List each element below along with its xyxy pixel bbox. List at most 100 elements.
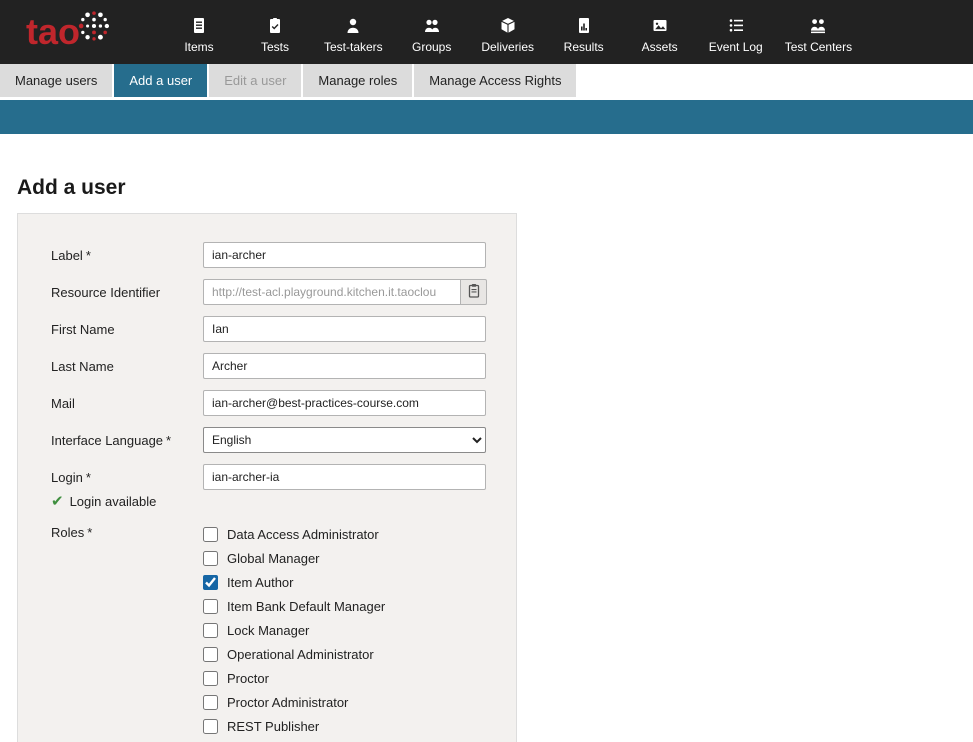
tab-manage-roles[interactable]: Manage roles xyxy=(303,64,415,97)
clipboard-icon xyxy=(467,283,481,301)
nav-item-tests[interactable]: Tests xyxy=(240,11,310,54)
nav-item-test-takers[interactable]: Test-takers xyxy=(316,11,391,54)
tab-edit-a-user: Edit a user xyxy=(209,64,304,97)
role-checkbox-item-author[interactable] xyxy=(203,574,218,590)
main-content: Add a user Label* Resource Identifier Fi… xyxy=(0,176,973,742)
nav-item-label: Results xyxy=(563,39,604,54)
role-label: Item Author xyxy=(227,574,294,590)
required-mark: * xyxy=(87,525,93,540)
assets-icon xyxy=(652,17,668,35)
nav-item-test-centers[interactable]: Test Centers xyxy=(777,11,860,54)
items-icon xyxy=(191,17,207,35)
tab-label: Manage roles xyxy=(318,73,398,88)
role-label: Proctor Administrator xyxy=(227,694,349,710)
nav-item-event-log[interactable]: Event Log xyxy=(701,11,771,54)
role-row-operational-administrator: Operational Administrator xyxy=(203,642,385,666)
tab-manage-access-rights[interactable]: Manage Access Rights xyxy=(414,64,579,97)
tao-logo-text: tao xyxy=(26,11,80,52)
first-name-input[interactable] xyxy=(203,316,486,342)
role-checkbox-rest-publisher[interactable] xyxy=(203,718,218,734)
green-check-icon: ✔ xyxy=(51,493,64,510)
copy-resource-identifier-button[interactable] xyxy=(461,279,487,305)
roles-field-label: Roles * xyxy=(51,525,93,540)
role-row-item-author: Item Author xyxy=(203,570,385,594)
tao-logo[interactable]: tao xyxy=(26,4,138,60)
form-row-interface-language: Interface Language * English xyxy=(51,427,486,453)
form-row-mail: Mail xyxy=(51,390,486,416)
tests-icon xyxy=(267,17,283,35)
nav-item-label: Tests xyxy=(260,39,289,54)
role-row-proctor-administrator: Proctor Administrator xyxy=(203,690,385,714)
role-label: Operational Administrator xyxy=(227,646,374,662)
nav-item-label: Assets xyxy=(641,39,678,54)
test-takers-icon xyxy=(345,17,361,35)
tao-logo-dots-icon xyxy=(76,8,112,49)
role-label: Item Bank Default Manager xyxy=(227,598,386,614)
groups-icon xyxy=(424,17,440,35)
nav-item-label: Groups xyxy=(412,39,452,54)
mail-input[interactable] xyxy=(203,390,486,416)
tab-label: Edit a user xyxy=(224,73,287,88)
resource-identifier-input xyxy=(203,279,461,305)
login-input[interactable] xyxy=(203,464,486,490)
role-checkbox-lock-manager[interactable] xyxy=(203,622,218,638)
form-row-roles: Roles * Data Access Administrator Global … xyxy=(51,522,486,738)
tab-label: Add a user xyxy=(129,73,193,88)
deliveries-icon xyxy=(500,17,516,35)
role-row-global-manager: Global Manager xyxy=(203,546,385,570)
nav-item-label: Test-takers xyxy=(324,39,383,54)
role-label: Proctor xyxy=(227,670,269,686)
role-row-item-bank-default-manager: Item Bank Default Manager xyxy=(203,594,385,618)
nav-item-label: Deliveries xyxy=(481,39,535,54)
role-checkbox-proctor-administrator[interactable] xyxy=(203,694,218,710)
nav-item-results[interactable]: Results xyxy=(549,11,619,54)
nav-item-label: Event Log xyxy=(708,39,763,54)
top-nav-bar: tao Items Tests Test-takers Groups Deliv… xyxy=(0,0,973,64)
role-row-proctor: Proctor xyxy=(203,666,385,690)
label-input[interactable] xyxy=(203,242,486,268)
mail-field-label: Mail xyxy=(51,395,75,411)
role-label: Data Access Administrator xyxy=(227,526,379,542)
interface-language-select[interactable]: English xyxy=(203,427,486,453)
form-row-last-name: Last Name xyxy=(51,353,486,379)
role-checkbox-proctor[interactable] xyxy=(203,670,218,686)
add-user-form-panel: Label* Resource Identifier First Name La… xyxy=(17,213,517,742)
role-checkbox-operational-administrator[interactable] xyxy=(203,646,218,662)
role-checkbox-data-access-administrator[interactable] xyxy=(203,526,218,542)
role-row-lock-manager: Lock Manager xyxy=(203,618,385,642)
last-name-field-label: Last Name xyxy=(51,358,114,374)
required-mark: * xyxy=(166,432,172,448)
role-checkbox-global-manager[interactable] xyxy=(203,550,218,566)
test-centers-icon xyxy=(810,17,826,35)
nav-item-deliveries[interactable]: Deliveries xyxy=(473,11,543,54)
nav-item-groups[interactable]: Groups xyxy=(397,11,467,54)
resource-identifier-field-label: Resource Identifier xyxy=(51,284,161,300)
login-available-text: Login available xyxy=(69,494,157,509)
interface-language-field-label: Interface Language * xyxy=(51,432,172,448)
tab-add-a-user[interactable]: Add a user xyxy=(114,64,210,97)
tab-bar: Manage users Add a user Edit a user Mana… xyxy=(0,64,973,97)
role-row-rest-publisher: REST Publisher xyxy=(203,714,385,738)
login-available-status: ✔ Login available xyxy=(51,494,486,509)
required-mark: * xyxy=(85,247,91,263)
nav-item-assets[interactable]: Assets xyxy=(625,11,695,54)
role-label: REST Publisher xyxy=(227,718,320,734)
results-icon xyxy=(576,17,592,35)
label-field-label: Label * xyxy=(51,247,91,263)
last-name-input[interactable] xyxy=(203,353,486,379)
required-mark: * xyxy=(85,469,91,485)
tab-label: Manage users xyxy=(15,73,98,88)
form-row-login: Login * xyxy=(51,464,486,490)
nav-item-items[interactable]: Items xyxy=(164,11,234,54)
form-row-resource-identifier: Resource Identifier xyxy=(51,279,487,305)
form-row-label: Label * xyxy=(51,242,486,268)
tab-label: Manage Access Rights xyxy=(429,73,562,88)
action-bar xyxy=(0,100,973,134)
page-title: Add a user xyxy=(17,176,126,199)
nav-item-label: Items xyxy=(184,39,214,54)
role-row-data-access-administrator: Data Access Administrator xyxy=(203,522,385,546)
tab-manage-users[interactable]: Manage users xyxy=(0,64,115,97)
role-checkbox-item-bank-default-manager[interactable] xyxy=(203,598,218,614)
nav-item-label: Test Centers xyxy=(784,39,853,54)
role-label: Lock Manager xyxy=(227,622,310,638)
